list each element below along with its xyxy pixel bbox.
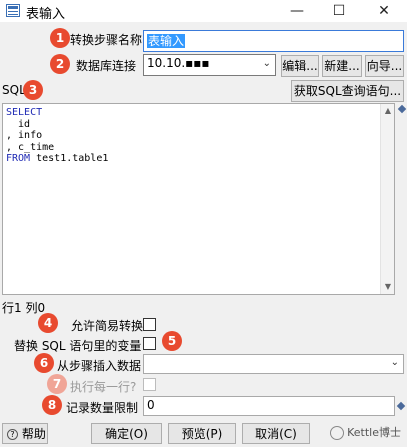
sql-line: SELECT [6,107,108,119]
ok-button[interactable]: 确定(O) [91,423,162,444]
help-label: 帮助 [21,427,46,441]
watermark-text: Kettle博士 [347,426,401,439]
variable-hint-icon [396,401,406,411]
preview-button[interactable]: 预览(P) [168,423,236,444]
badge-5: 5 [162,331,182,351]
lazy-conversion-label: 允许简易转换 [71,319,144,333]
sql-line: FROM test1.table1 [6,153,108,165]
edit-connection-button[interactable]: 编辑... [281,55,319,77]
wechat-icon [330,426,345,440]
execute-each-row-checkbox [143,378,156,391]
step-name-label: 转换步骤名称 [70,33,143,47]
sql-text: id [6,118,31,130]
minimize-button[interactable]: — [275,0,319,22]
db-connection-select[interactable]: 10.10.▪▪▪ ⌄ [143,54,276,76]
badge-8: 8 [42,395,62,415]
limit-label: 记录数量限制 [66,401,139,415]
chevron-down-icon: ⌄ [390,357,399,368]
wizard-button[interactable]: 向导... [365,55,404,77]
chevron-down-icon: ⌄ [262,58,271,69]
maximize-button[interactable]: ☐ [317,0,361,22]
new-connection-button[interactable]: 新建... [322,55,362,77]
sql-keyword: FROM [6,153,31,164]
sql-text: , info [6,130,43,141]
cursor-position: 行1 列0 [2,301,46,315]
badge-3: 3 [23,80,43,100]
window-title: 表输入 [26,7,66,22]
sql-keyword: SELECT [6,107,43,118]
limit-value: 0 [147,398,155,412]
execute-each-row-label: 执行每一行? [70,380,137,394]
db-connection-label: 数据库连接 [76,59,137,73]
help-icon: ? [7,429,18,440]
sql-text: , c_time [6,141,55,153]
help-button[interactable]: ? 帮助 [2,423,48,444]
sql-text: test1.table1 [30,153,109,164]
sql-code[interactable]: SELECT id, info, c_time FROM test1.table1 [6,107,108,165]
title-bar: 表输入 — ☐ ✕ [0,0,407,22]
replace-vars-label: 替换 SQL 语句里的变量 [14,339,142,353]
step-name-input[interactable]: 表输入 [143,30,404,52]
cancel-button[interactable]: 取消(C) [242,423,310,444]
badge-4: 4 [38,313,58,333]
sql-line: , info [6,130,108,142]
insert-from-step-label: 从步骤插入数据 [57,359,142,373]
watermark: Kettle博士 [330,424,401,440]
replace-vars-checkbox[interactable] [143,337,156,350]
badge-2: 2 [50,54,70,74]
sql-editor[interactable]: SELECT id, info, c_time FROM test1.table1… [2,103,395,295]
sql-line: id [6,119,108,131]
lazy-conversion-checkbox[interactable] [143,318,156,331]
db-connection-value: 10.10.▪▪▪ [147,56,210,70]
get-sql-button[interactable]: 获取SQL查询语句... [291,80,404,102]
badge-7: 7 [47,374,67,394]
insert-from-step-select[interactable]: ⌄ [143,354,404,374]
badge-6: 6 [34,353,54,373]
close-button[interactable]: ✕ [362,0,406,22]
step-name-value: 表输入 [147,34,186,48]
scroll-up-icon[interactable]: ▲ [381,104,395,118]
scroll-down-icon[interactable]: ▼ [381,280,395,294]
badge-1: 1 [50,28,70,48]
variable-hint-icon [397,104,407,114]
limit-input[interactable]: 0 [143,396,395,416]
sql-line: , c_time [6,142,108,154]
table-input-icon [6,4,20,17]
vertical-scrollbar[interactable]: ▲ ▼ [380,104,394,294]
